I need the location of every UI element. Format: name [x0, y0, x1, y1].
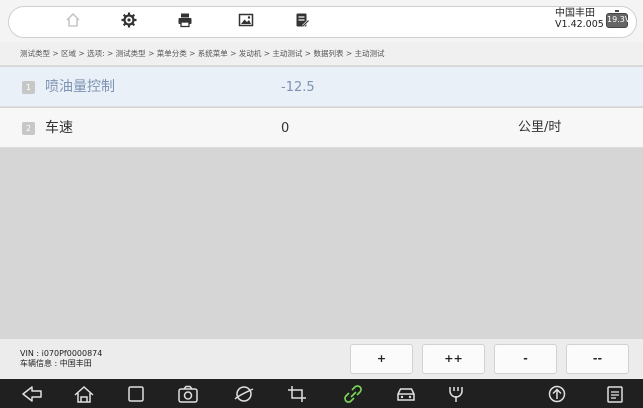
top-toolbar: 中国丰田 V1.42.005 19.3V — [0, 0, 643, 42]
diagnostic-icon[interactable] — [444, 382, 468, 406]
row-name: 车速 — [45, 120, 73, 136]
row-unit: 公里/时 — [518, 120, 562, 135]
row-index: 1 — [22, 81, 35, 94]
version-label: V1.42.005 — [555, 19, 604, 30]
vehicle-info-label: 车辆信息 : 中国丰田 — [20, 359, 92, 368]
print-icon[interactable] — [173, 8, 197, 32]
row-index: 2 — [22, 122, 35, 135]
increase-button[interactable]: + — [350, 344, 413, 374]
recents-icon[interactable] — [124, 382, 148, 406]
clipboard-icon[interactable] — [603, 382, 627, 406]
toolbar-pill — [8, 6, 637, 38]
row-value: 0 — [281, 121, 290, 136]
data-row[interactable]: 1 喷油量控制 -12.5 — [0, 67, 643, 107]
link-icon[interactable] — [341, 382, 365, 406]
back-icon[interactable] — [20, 382, 44, 406]
report-icon[interactable] — [290, 8, 314, 32]
data-row[interactable]: 2 车速 0 公里/时 — [0, 108, 643, 148]
brand-name: 中国丰田 — [555, 8, 595, 19]
vehicle-info: VIN : i070Pf0000874 车辆信息 : 中国丰田 — [20, 349, 102, 369]
settings-icon[interactable] — [117, 8, 141, 32]
home-icon[interactable] — [72, 382, 96, 406]
vin-label: VIN : i070Pf0000874 — [20, 349, 103, 358]
row-name: 喷油量控制 — [45, 79, 115, 95]
navigation-bar — [0, 379, 643, 408]
camera-icon[interactable] — [176, 382, 200, 406]
browser-icon[interactable] — [232, 382, 256, 406]
brand-info: 中国丰田 V1.42.005 — [555, 8, 604, 30]
image-icon[interactable] — [234, 8, 258, 32]
breadcrumb: 测试类型 > 区域 > 选项: > 测试类型 > 菜单分类 > 系统菜单 > 发… — [0, 42, 643, 66]
increase-fast-button[interactable]: ++ — [422, 344, 485, 374]
decrease-button[interactable]: - — [494, 344, 557, 374]
battery-icon: 19.3V — [606, 10, 630, 28]
upload-icon[interactable] — [545, 382, 569, 406]
car-icon[interactable] — [394, 382, 418, 406]
crop-icon[interactable] — [285, 382, 309, 406]
home-icon[interactable] — [61, 8, 85, 32]
row-value: -12.5 — [281, 80, 315, 95]
info-bar: VIN : i070Pf0000874 车辆信息 : 中国丰田 + ++ - -… — [0, 339, 643, 379]
decrease-fast-button[interactable]: -- — [566, 344, 629, 374]
